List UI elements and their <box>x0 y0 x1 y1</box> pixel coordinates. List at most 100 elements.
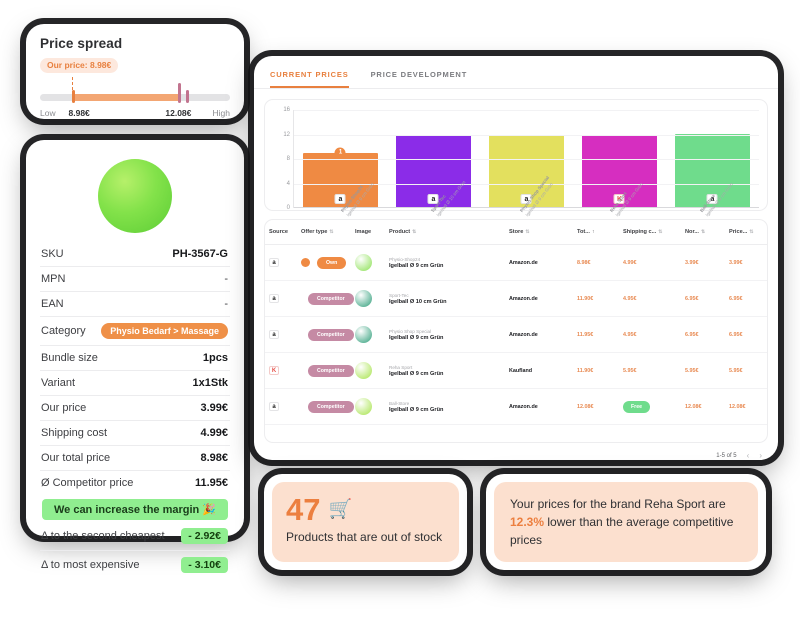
chart-gridline <box>294 159 759 160</box>
product-detail-card: SKU PH-3567-G MPN - EAN - Category Physio Bedar… <box>26 136 244 573</box>
offer-type-badge: Competitor <box>308 292 354 305</box>
product-thumbnail <box>355 290 372 307</box>
offer-type-badge: Competitor <box>308 400 354 413</box>
offers-table-card: Source Offer type ⇅ Image Product ⇅ Store ⇅ Tot.… <box>264 219 768 443</box>
table-row[interactable]: K Competitor Reha Sport Igelball Ø 9 cm Grü… <box>265 352 767 389</box>
price-spread-range-fill <box>72 94 181 101</box>
offers-table-body: a Own Physio-Shop24 Igelball Ø 9 cm Grün Ama… <box>265 244 767 425</box>
product-row-value: 4.99€ <box>200 427 228 439</box>
product-cell[interactable]: Sport-Tec Igelball Ø 10 cm Grün <box>385 280 505 317</box>
normalized-price-cell: 6.95€ <box>681 280 725 317</box>
tab-price-development[interactable]: PRICE DEVELOPMENT <box>371 70 468 88</box>
product-delta-list: Δ to the second cheapest - 2.92€ Δ to most… <box>40 522 230 579</box>
source-cell: a <box>265 388 297 425</box>
product-row-key: Our price <box>41 402 87 414</box>
offer-type-badge: Own <box>317 256 347 269</box>
offers-table: Source Offer type ⇅ Image Product ⇅ Store ⇅ Tot.… <box>265 220 767 425</box>
normalized-price-cell: 12.08€ <box>681 388 725 425</box>
pagination-next-icon[interactable]: › <box>759 451 762 460</box>
image-cell <box>351 352 385 389</box>
image-cell <box>351 280 385 317</box>
shopping-cart-icon: 🛒 <box>328 499 353 520</box>
product-row-value: 11.95€ <box>194 477 228 489</box>
price-tick-competitor-a <box>177 83 181 103</box>
product-row: Variant 1x1Stk <box>40 370 230 395</box>
massage-ball-icon <box>91 136 179 240</box>
normalized-price-cell: 3.99€ <box>681 244 725 281</box>
price-comparison-chart: 0 4 8 12 16 1aaaKa Physio-Shop24 Igelball Ø 9… <box>264 99 768 217</box>
product-thumbnail <box>355 254 372 271</box>
tab-current-prices[interactable]: CURRENT PRICES <box>270 70 349 88</box>
store-cell: Amazon.de <box>505 244 573 281</box>
product-attribute-list: SKU PH-3567-G MPN - EAN - Category Physio Bedar… <box>40 242 230 495</box>
product-cell[interactable]: Ball-Store Igelball Ø 9 cm Grün <box>385 388 505 425</box>
image-cell <box>351 316 385 353</box>
product-delta-row: Δ to the second cheapest - 2.92€ <box>40 522 230 550</box>
product-cell[interactable]: Physio-Shop24 Igelball Ø 9 cm Grün <box>385 244 505 281</box>
image-cell <box>351 388 385 425</box>
chart-y-tick: 8 <box>286 156 290 162</box>
product-title: Igelball Ø 10 cm Grün <box>389 298 447 305</box>
offer-type-cell: Competitor <box>297 388 354 425</box>
price-spread-labels: Low 8.98€ 12.08€ High <box>40 108 230 121</box>
product-row-value: 1pcs <box>202 352 228 364</box>
price-cell: 12.08€ <box>725 388 767 425</box>
product-cell[interactable]: Physio Shop Special Igelball Ø 9 cm Grün <box>385 316 505 353</box>
table-row[interactable]: a Own Physio-Shop24 Igelball Ø 9 cm Grün Ama… <box>265 244 767 281</box>
product-row-key: Our total price <box>41 452 111 464</box>
product-row: SKU PH-3567-G <box>40 242 230 266</box>
product-row: Our total price 8.98€ <box>40 445 230 470</box>
brand-insight-prefix: Your prices for the brand Reha Sport are <box>510 497 726 511</box>
table-row[interactable]: a Competitor Sport-Tec Igelball Ø 10 cm Grü… <box>265 280 767 317</box>
chart-gridline <box>294 134 759 136</box>
kaufland-icon: K <box>269 366 279 375</box>
total-price-cell: 11.95€ <box>573 316 619 353</box>
amazon-icon: a <box>269 258 279 267</box>
pagination-prev-icon[interactable]: ‹ <box>747 451 750 460</box>
brand-insight-percent: 12.3% <box>510 515 545 529</box>
price-spread-slider[interactable] <box>40 77 230 104</box>
shipping-cost-cell: 5.95€ <box>619 352 681 389</box>
total-price-cell: 11.90€ <box>573 352 619 389</box>
product-row-key: Shipping cost <box>41 427 108 439</box>
total-price-cell: 8.98€ <box>573 244 619 281</box>
product-title: Igelball Ø 9 cm Grün <box>389 262 444 269</box>
offer-type-cell: Competitor <box>297 280 354 317</box>
product-title: Igelball Ø 9 cm Grün <box>389 334 444 341</box>
image-cell <box>351 244 385 281</box>
product-delta-value: - 2.92€ <box>181 528 228 544</box>
price-cell: 6.95€ <box>725 316 767 353</box>
chart-plot-area: 0 4 8 12 16 1aaaKa <box>273 107 759 211</box>
total-price-cell: 11.90€ <box>573 280 619 317</box>
product-row-value: - <box>224 298 228 310</box>
label-high: High <box>212 108 230 118</box>
brand-insight-suffix: lower than the average competitive price… <box>510 515 734 547</box>
product-delta-key: Δ to most expensive <box>41 559 140 571</box>
product-delta-row: Δ to most expensive - 3.10€ <box>40 550 230 579</box>
table-row[interactable]: a Competitor Ball-Store Igelball Ø 9 cm Grü… <box>265 388 767 425</box>
out-of-stock-inner: 47 🛒 Products that are out of stock <box>272 482 459 562</box>
chart-y-tick: 16 <box>283 107 290 113</box>
own-offer-marker: 1 <box>334 147 346 159</box>
amazon-icon: a <box>269 330 279 339</box>
product-row: Our price 3.99€ <box>40 395 230 420</box>
chart-y-tick: 12 <box>283 131 290 138</box>
price-tick-own <box>72 90 76 103</box>
normalized-price-cell: 6.95€ <box>681 316 725 353</box>
label-low: Low <box>40 108 56 118</box>
price-tick-competitor-b <box>186 90 190 103</box>
product-cell[interactable]: Reha Sport Igelball Ø 9 cm Grün <box>385 352 505 389</box>
store-cell: Amazon.de <box>505 388 573 425</box>
table-row[interactable]: a Competitor Physio Shop Special Igelball Ø… <box>265 316 767 353</box>
product-image <box>40 136 230 242</box>
chart-gridline <box>294 110 759 111</box>
chart-y-tick: 4 <box>286 180 290 187</box>
product-title: Igelball Ø 9 cm Grün <box>389 406 444 413</box>
store-cell: Amazon.de <box>505 316 573 353</box>
shipping-cost-cell: 4.95€ <box>619 316 681 353</box>
source-cell: a <box>265 244 297 281</box>
product-row-key: Variant <box>41 377 76 389</box>
pagination-range: 1-5 of 5 <box>716 452 737 459</box>
product-thumbnail <box>355 326 372 343</box>
amazon-icon: a <box>269 294 279 303</box>
